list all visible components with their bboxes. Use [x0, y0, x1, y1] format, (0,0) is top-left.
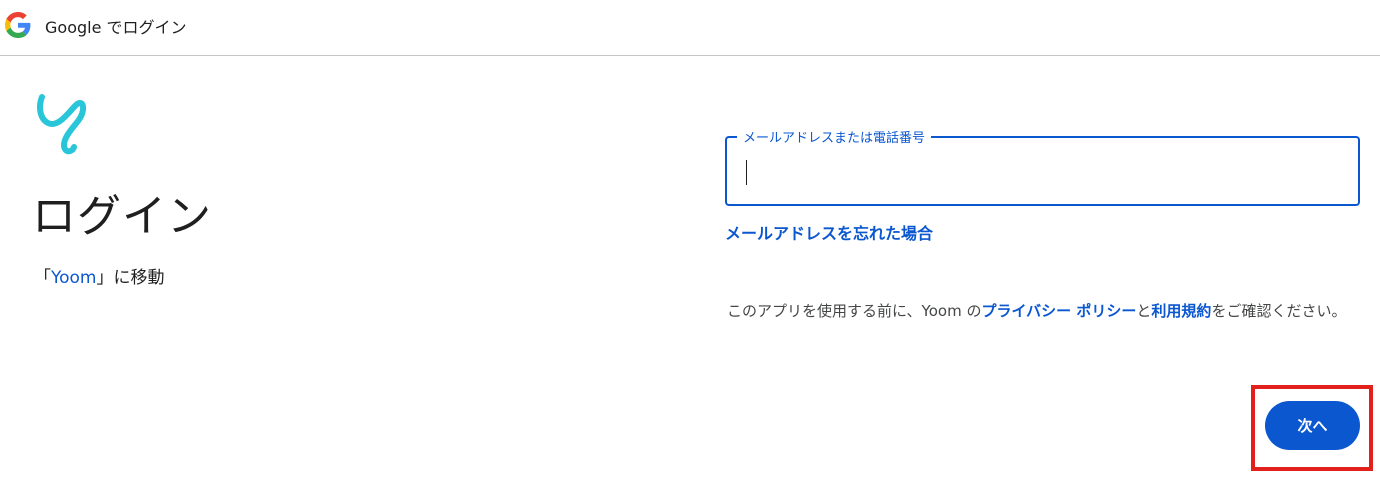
subtitle-prefix: 「 [34, 268, 51, 288]
privacy-notice: このアプリを使用する前に、Yoom のプライバシー ポリシーと利用規約をご確認く… [727, 299, 1367, 324]
google-g-icon [5, 12, 31, 38]
email-field-label: メールアドレスまたは電話番号 [737, 127, 932, 146]
next-button[interactable]: 次へ [1265, 401, 1360, 450]
notice-text-before: このアプリを使用する前に、Yoom の [727, 302, 982, 320]
notice-text-middle: と [1136, 302, 1152, 320]
signin-with-google-title: Google でログイン [45, 18, 187, 37]
text-caret [746, 160, 747, 185]
app-name-link[interactable]: Yoom [51, 268, 97, 288]
subtitle-suffix: 」に移動 [96, 268, 165, 288]
privacy-policy-link[interactable]: プライバシー ポリシー [981, 302, 1136, 320]
top-bar: Google でログイン [0, 0, 1380, 56]
email-field[interactable]: メールアドレスまたは電話番号 [725, 127, 1360, 206]
forgot-email-link[interactable]: メールアドレスを忘れた場合 [725, 220, 933, 244]
notice-text-after: をご確認ください。 [1211, 302, 1347, 320]
yoom-logo-icon [37, 94, 86, 155]
page-title: ログイン [32, 191, 212, 242]
terms-of-service-link[interactable]: 利用規約 [1151, 302, 1211, 320]
email-input[interactable] [745, 154, 1340, 188]
continue-to-app-text: 「Yoom」に移動 [34, 263, 165, 288]
